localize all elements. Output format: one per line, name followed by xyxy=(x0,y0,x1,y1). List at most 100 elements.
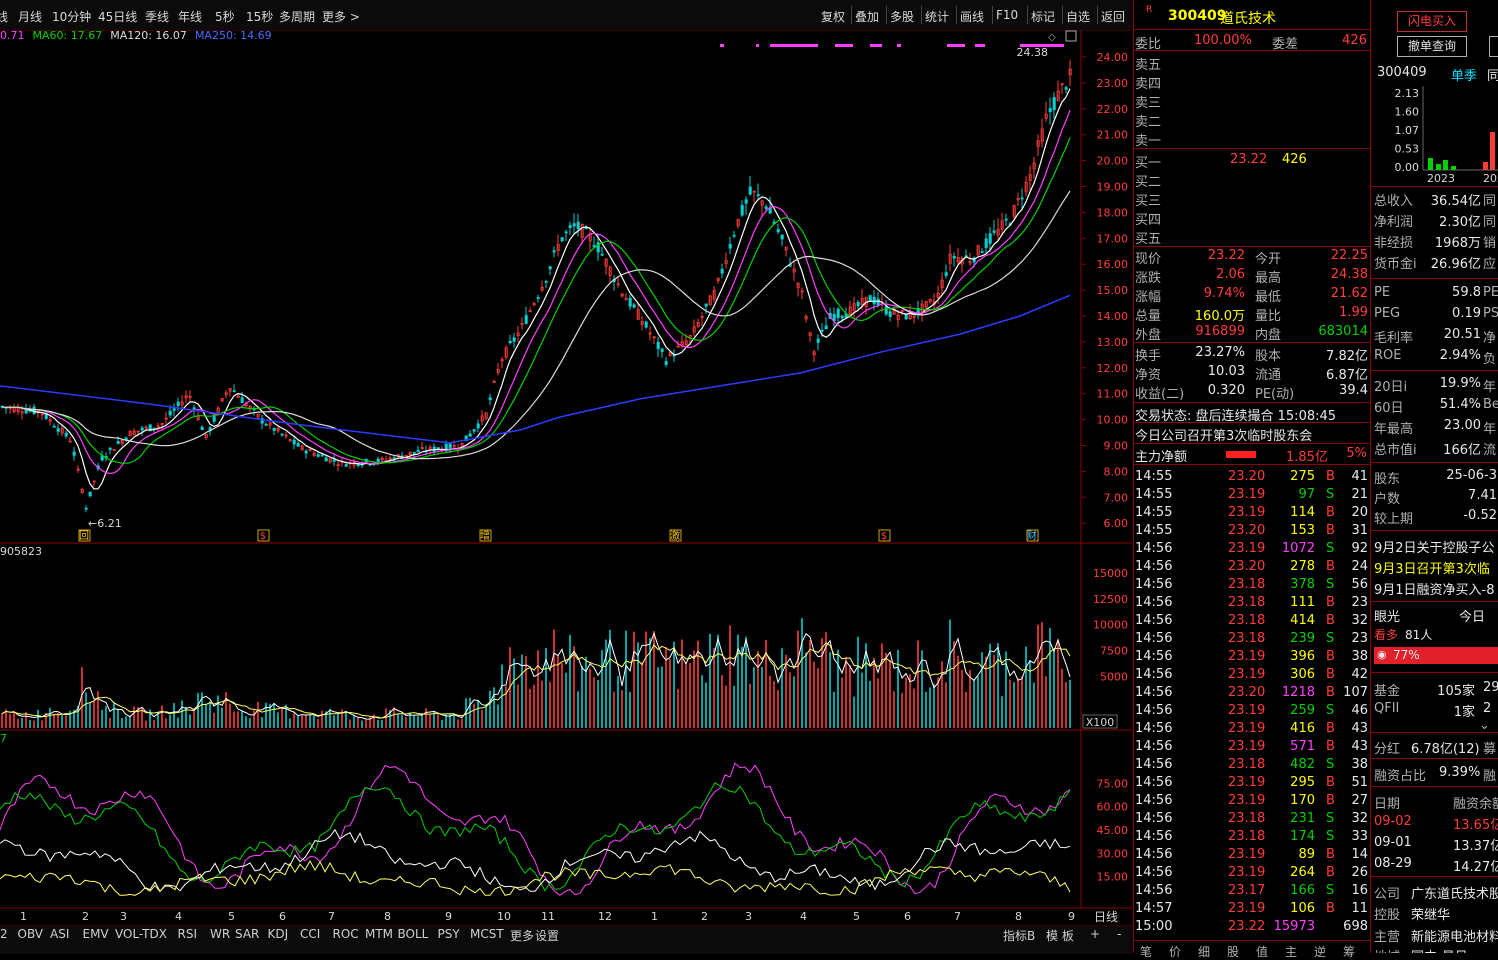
tick-side: B xyxy=(1326,667,1335,682)
expand-icon[interactable]: ⌄ xyxy=(1479,718,1490,733)
perf-label: 总市值i xyxy=(1374,443,1417,458)
period-tab-9[interactable]: 更多 > xyxy=(322,8,360,25)
chart-corner-icon[interactable] xyxy=(1065,30,1077,42)
period-tab-6[interactable]: 5秒 xyxy=(215,8,235,25)
control-value: 荣继华 xyxy=(1411,908,1451,923)
indicator-tab-11[interactable]: MTM xyxy=(365,927,393,941)
event-marker[interactable]: 激 xyxy=(670,529,680,542)
indicator-tab-3[interactable]: EMV xyxy=(83,927,109,941)
indicator-tab-8[interactable]: KDJ xyxy=(268,927,289,941)
toolbar-action-3[interactable]: 统计 xyxy=(925,8,949,25)
period-tab-0[interactable]: 线 xyxy=(0,8,8,25)
cancel-query-button[interactable]: 撤单查询 xyxy=(1397,36,1467,57)
event-marker[interactable]: 财 xyxy=(1027,529,1037,542)
indicator-tab-15[interactable]: 更多 xyxy=(510,927,534,944)
tick-side: S xyxy=(1326,829,1335,844)
tick-time: 14:56 xyxy=(1135,595,1173,610)
quote-panel: R 300409 道氏技术 委比 100.00% 委差 426 卖五 卖四 卖三 卖二 卖一 买一 23.… xyxy=(1133,0,1370,959)
kline-chart[interactable]: 0.71 MA60: 17.67 MA120: 16.07 MA250: 14.69 2… xyxy=(0,30,1132,925)
template-tab-3[interactable]: - xyxy=(1117,927,1121,941)
x-axis-label: 2 xyxy=(82,910,89,923)
indicator-tab-4[interactable]: VOL-TDX xyxy=(115,927,167,941)
detail-tab-5[interactable]: 主 xyxy=(1285,943,1297,960)
period-tab-4[interactable]: 季线 xyxy=(145,8,169,25)
candle-body xyxy=(780,234,784,240)
toolbar-action-2[interactable]: 多股 xyxy=(890,8,914,25)
indicator-tab-1[interactable]: OBV xyxy=(18,927,44,941)
candle-body xyxy=(584,227,588,230)
tick-price: 23.19 xyxy=(1228,541,1266,556)
indicator-tab-5[interactable]: RSI xyxy=(178,927,198,941)
tick-side: B xyxy=(1326,559,1335,574)
candle-body xyxy=(292,439,296,445)
event-marker[interactable]: 回 xyxy=(79,530,89,542)
candle-body xyxy=(552,250,556,253)
detail-tab-6[interactable]: 逆 xyxy=(1314,943,1326,960)
toolbar-action-1[interactable]: 叠加 xyxy=(855,8,879,25)
earnings-year: 202 xyxy=(1483,172,1498,184)
indicator-tab-0[interactable]: 2 xyxy=(0,927,8,941)
tick-count: 46 xyxy=(1351,703,1368,718)
tick-price: 23.19 xyxy=(1228,739,1266,754)
toolbar-separator xyxy=(956,6,957,24)
period-tab-1[interactable]: 月线 xyxy=(18,8,42,25)
period-tab-8[interactable]: 多周期 xyxy=(279,8,315,25)
event-marker[interactable]: $ xyxy=(881,531,887,542)
indicator-tab-9[interactable]: CCI xyxy=(300,927,320,941)
fin-label: 净利润 xyxy=(1374,215,1414,230)
toolbar-action-6[interactable]: 标记 xyxy=(1031,8,1055,25)
indicator-tab-13[interactable]: PSY xyxy=(438,927,460,941)
template-tab-2[interactable]: + xyxy=(1090,927,1100,941)
window-tab[interactable] xyxy=(1489,36,1498,57)
news-item-2[interactable]: 9月1日融资净买入-8 xyxy=(1374,579,1495,598)
toolbar-action-7[interactable]: 自选 xyxy=(1066,8,1090,25)
news-item-0[interactable]: 9月2日关于控股子公 xyxy=(1374,537,1495,556)
tick-price: 23.18 xyxy=(1228,613,1266,628)
period-tab-7[interactable]: 15秒 xyxy=(246,8,273,25)
detail-tab-1[interactable]: 价 xyxy=(1169,943,1181,960)
earnings-y-tick: 0.53 xyxy=(1395,143,1420,156)
detail-tab-7[interactable]: 筹 xyxy=(1343,943,1355,960)
tick-side: B xyxy=(1326,901,1335,916)
signal-marker xyxy=(870,44,882,47)
detail-tab-2[interactable]: 细 xyxy=(1198,943,1210,960)
sell-label: 卖三 xyxy=(1135,96,1162,111)
price-tick-label: 13.00 xyxy=(1097,336,1129,349)
period-label[interactable]: 日线 xyxy=(1094,910,1118,924)
template-tab-1[interactable]: 模 板 xyxy=(1046,927,1074,944)
toolbar-action-4[interactable]: 画线 xyxy=(960,8,984,25)
period-tab-5[interactable]: 年线 xyxy=(178,8,202,25)
x-axis-label: 10 xyxy=(497,910,511,923)
flash-buy-button[interactable]: 闪电买入 xyxy=(1397,11,1467,32)
period-tab-3[interactable]: 45日线 xyxy=(98,8,137,25)
tick-side: B xyxy=(1326,847,1335,862)
news-item-1[interactable]: 9月3日召开第3次临 xyxy=(1374,558,1490,577)
indicator-tab-10[interactable]: ROC xyxy=(333,927,359,941)
diamond-icon[interactable]: ◇ xyxy=(1048,32,1056,43)
indicator-tick-label: 75.00 xyxy=(1097,777,1129,790)
fund-label: 基金 xyxy=(1374,684,1401,699)
detail-tab-3[interactable]: 股 xyxy=(1227,943,1239,960)
toolbar-action-8[interactable]: 返回 xyxy=(1101,8,1125,25)
template-tab-0[interactable]: 指标B xyxy=(1003,927,1035,944)
divider xyxy=(1134,29,1370,30)
event-marker[interactable]: 增 xyxy=(480,529,490,542)
indicator-tab-14[interactable]: MCST xyxy=(470,927,504,941)
period-tab-2[interactable]: 10分钟 xyxy=(52,8,91,25)
margin-balance: 13.65亿 xyxy=(1453,818,1498,833)
detail-tab-4[interactable]: 值 xyxy=(1256,943,1268,960)
divider xyxy=(1371,462,1498,463)
indicator-tab-6[interactable]: WR xyxy=(210,927,230,941)
indicator-tab-12[interactable]: BOLL xyxy=(398,927,429,941)
tick-time: 14:56 xyxy=(1135,739,1173,754)
fin-extra: 应 xyxy=(1483,257,1497,272)
tick-row: 14:56 23.19 396 B 38 xyxy=(1134,648,1370,667)
event-marker[interactable]: $ xyxy=(260,531,266,542)
toolbar-action-5[interactable]: F10 xyxy=(996,8,1018,22)
indicator-tab-7[interactable]: SAR xyxy=(235,927,259,941)
tick-price: 23.20 xyxy=(1228,685,1266,700)
toolbar-action-0[interactable]: 复权 xyxy=(821,8,845,25)
indicator-tab-2[interactable]: ASI xyxy=(50,927,69,941)
indicator-tab-16[interactable]: 设置 xyxy=(535,927,559,944)
detail-tab-0[interactable]: 笔 xyxy=(1140,943,1152,960)
